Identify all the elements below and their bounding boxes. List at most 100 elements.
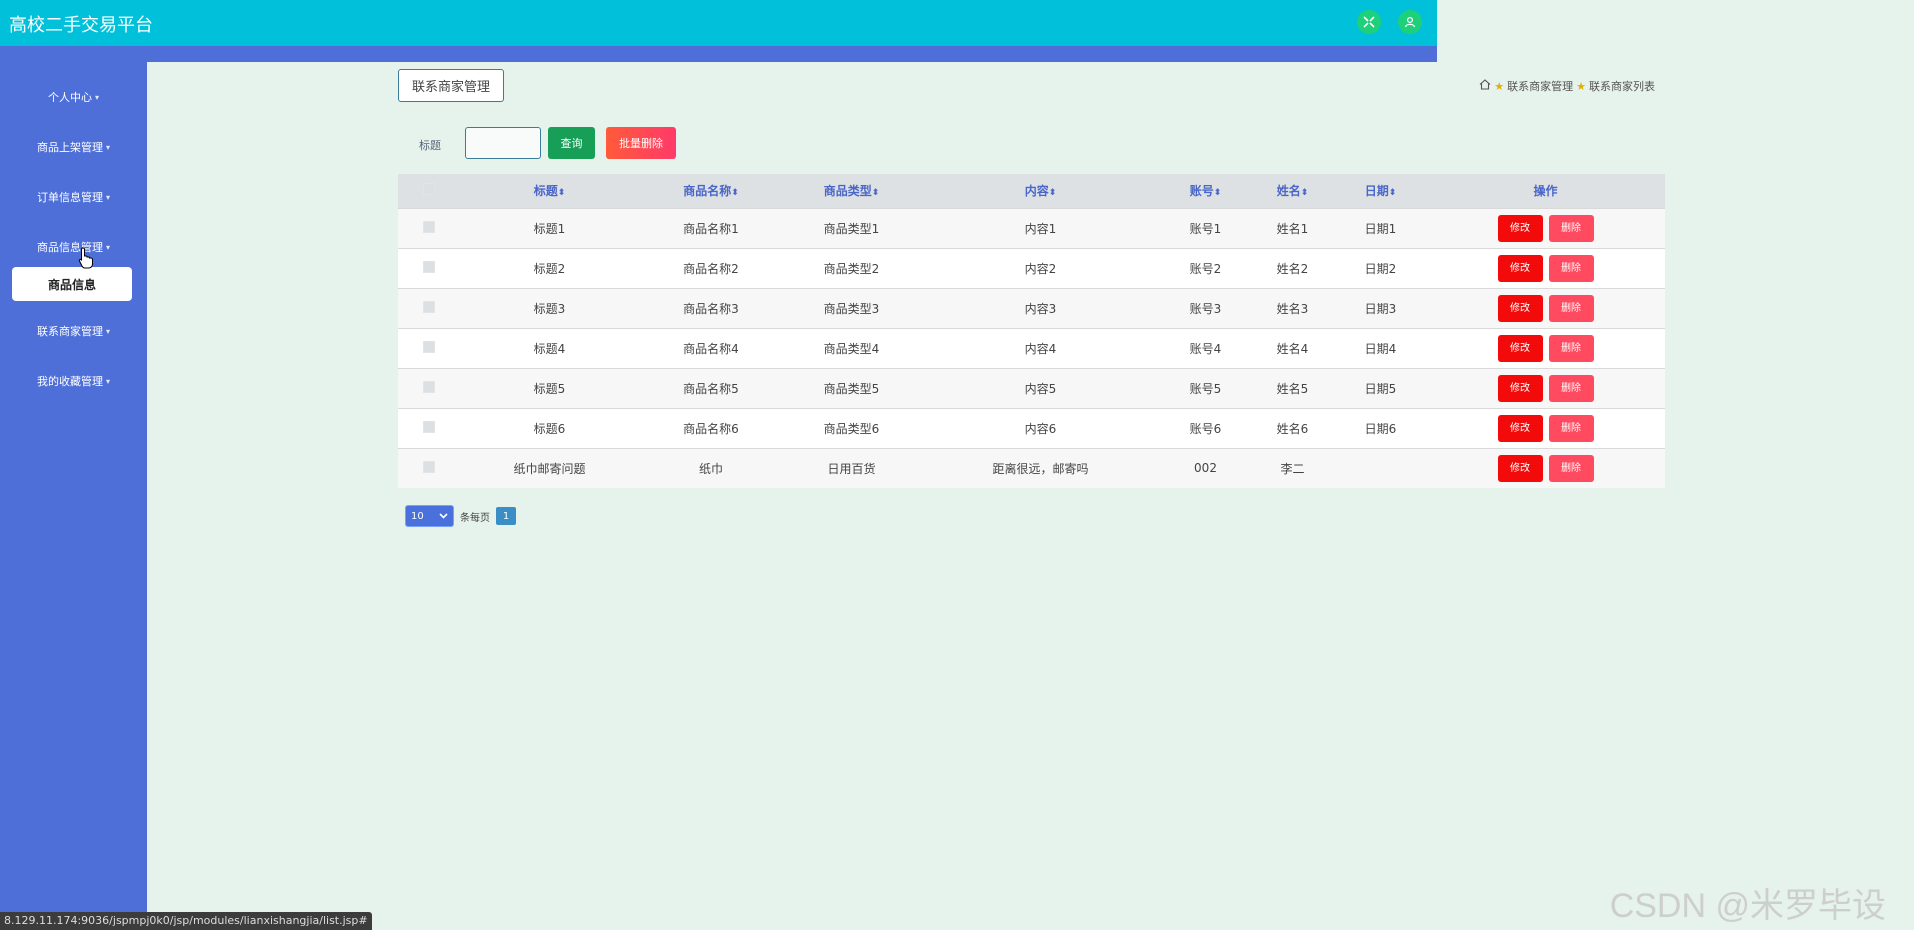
table-cell: 商品类型5 xyxy=(783,367,920,408)
sidebar-item-products[interactable]: 商品信息管理 ▾ xyxy=(0,235,147,259)
actions-cell: 修改 删除 xyxy=(1426,407,1665,448)
select-all-checkbox[interactable] xyxy=(423,183,435,196)
column-header-label: 内容 xyxy=(1024,184,1049,199)
table-row: 标题3 商品名称3 商品类型3 内容3 账号3 姓名3 日期3 修改 删除 xyxy=(398,287,1665,328)
edit-button[interactable]: 修改 xyxy=(1497,334,1543,362)
actions-cell: 修改 删除 xyxy=(1426,247,1665,288)
star-icon: ★ xyxy=(1494,79,1505,93)
pagination: 10 条每页 1 xyxy=(405,505,516,527)
table-cell: 距离很远，邮寄吗 xyxy=(920,447,1161,488)
table-cell: 日期5 xyxy=(1335,367,1426,408)
delete-button[interactable]: 删除 xyxy=(1548,374,1594,402)
sidebar: 个人中心 ▾ 商品上架管理 ▾ 订单信息管理 ▾ 商品信息管理 ▾ 商品信息 联系商家管… xyxy=(0,62,147,930)
column-header[interactable]: 姓名⬍ xyxy=(1250,174,1335,208)
sidebar-item-listing[interactable]: 商品上架管理 ▾ xyxy=(0,135,147,159)
table-cell: 内容1 xyxy=(920,207,1161,248)
delete-button[interactable]: 删除 xyxy=(1548,414,1594,442)
expand-icon[interactable] xyxy=(1357,10,1381,34)
table-cell: 标题6 xyxy=(460,407,639,448)
table-cell: 账号3 xyxy=(1161,287,1250,328)
row-checkbox[interactable] xyxy=(423,260,435,273)
query-button[interactable]: 查询 xyxy=(548,127,595,159)
sidebar-subitem-product-info[interactable]: 商品信息 xyxy=(12,267,132,301)
table-row: 标题4 商品名称4 商品类型4 内容4 账号4 姓名4 日期4 修改 删除 xyxy=(398,327,1665,368)
sidebar-item-orders[interactable]: 订单信息管理 ▾ xyxy=(0,185,147,209)
caret-down-icon: ▾ xyxy=(94,92,99,102)
sidebar-item-profile[interactable]: 个人中心 ▾ xyxy=(0,85,147,109)
caret-down-icon: ▾ xyxy=(105,376,110,386)
row-checkbox[interactable] xyxy=(423,420,435,433)
actions-cell: 修改 删除 xyxy=(1426,287,1665,328)
delete-button[interactable]: 删除 xyxy=(1548,214,1594,242)
delete-button[interactable]: 删除 xyxy=(1548,254,1594,282)
sidebar-item-contact[interactable]: 联系商家管理 ▾ xyxy=(0,319,147,343)
sort-icon: ⬍ xyxy=(1048,188,1057,199)
table-cell: 日期6 xyxy=(1335,407,1426,448)
sidebar-item-favorites[interactable]: 我的收藏管理 ▾ xyxy=(0,369,147,393)
table-cell: 商品名称4 xyxy=(639,327,783,368)
actions-cell: 修改 删除 xyxy=(1426,327,1665,368)
column-header: 操作 xyxy=(1426,174,1665,208)
column-header[interactable]: 日期⬍ xyxy=(1335,174,1426,208)
sidebar-item-label: 个人中心 xyxy=(47,91,92,104)
table-cell: 姓名1 xyxy=(1250,207,1335,248)
table-cell: 商品类型4 xyxy=(783,327,920,368)
row-checkbox[interactable] xyxy=(423,300,435,313)
page-size-select[interactable]: 10 xyxy=(405,505,454,527)
table-cell: 标题3 xyxy=(460,287,639,328)
column-header[interactable]: 商品名称⬍ xyxy=(639,174,783,208)
chevron-down-icon xyxy=(439,511,448,522)
sort-icon: ⬍ xyxy=(871,188,880,199)
per-page-label: 条每页 xyxy=(460,512,490,524)
user-icon[interactable] xyxy=(1398,10,1422,34)
edit-button[interactable]: 修改 xyxy=(1497,254,1543,282)
edit-button[interactable]: 修改 xyxy=(1497,294,1543,322)
column-header[interactable]: 标题⬍ xyxy=(460,174,639,208)
column-header-label: 商品类型 xyxy=(823,184,872,199)
top-header: 高校二手交易平台 xyxy=(0,0,1437,46)
edit-button[interactable]: 修改 xyxy=(1497,214,1543,242)
delete-button[interactable]: 删除 xyxy=(1548,294,1594,322)
table-cell: 日期2 xyxy=(1335,247,1426,288)
table-row: 纸巾邮寄问题 纸巾 日用百货 距离很远，邮寄吗 002 李二 修改 删除 xyxy=(398,447,1665,488)
table-cell: 日用百货 xyxy=(783,447,920,488)
column-header-label: 账号 xyxy=(1189,184,1214,199)
table-cell: 李二 xyxy=(1250,447,1335,488)
section-title-button[interactable]: 联系商家管理 xyxy=(398,69,504,102)
delete-button[interactable]: 删除 xyxy=(1548,334,1594,362)
table-cell: 日期3 xyxy=(1335,287,1426,328)
table-cell: 内容6 xyxy=(920,407,1161,448)
table-cell xyxy=(1335,447,1426,488)
column-header-label: 标题 xyxy=(533,184,558,199)
browser-status-url: 8.129.11.174:9036/jspmpj0k0/jsp/modules/… xyxy=(0,912,372,930)
row-checkbox[interactable] xyxy=(423,380,435,393)
table-cell: 姓名5 xyxy=(1250,367,1335,408)
column-header-label: 日期 xyxy=(1364,184,1389,199)
table-cell: 002 xyxy=(1161,447,1250,488)
table-cell: 姓名4 xyxy=(1250,327,1335,368)
edit-button[interactable]: 修改 xyxy=(1497,454,1543,482)
home-icon[interactable] xyxy=(1479,79,1491,93)
table-cell: 姓名6 xyxy=(1250,407,1335,448)
edit-button[interactable]: 修改 xyxy=(1497,414,1543,442)
batch-delete-button[interactable]: 批量删除 xyxy=(606,127,676,159)
delete-button[interactable]: 删除 xyxy=(1548,454,1594,482)
sort-icon: ⬍ xyxy=(731,188,739,199)
table-cell: 商品类型2 xyxy=(783,247,920,288)
row-checkbox[interactable] xyxy=(423,220,435,233)
sort-icon: ⬍ xyxy=(1213,188,1222,199)
column-header[interactable]: 账号⬍ xyxy=(1161,174,1250,208)
column-header[interactable]: 商品类型⬍ xyxy=(783,174,920,208)
row-checkbox[interactable] xyxy=(423,340,435,353)
page-number-button[interactable]: 1 xyxy=(496,507,516,525)
row-checkbox[interactable] xyxy=(423,460,435,473)
search-title-input[interactable] xyxy=(465,127,541,159)
column-header[interactable]: 内容⬍ xyxy=(920,174,1161,208)
table-cell: 标题4 xyxy=(460,327,639,368)
breadcrumb-item[interactable]: 联系商家管理 xyxy=(1507,78,1573,94)
breadcrumb-item: 联系商家列表 xyxy=(1589,80,1655,93)
sort-icon: ⬍ xyxy=(557,188,566,199)
edit-button[interactable]: 修改 xyxy=(1497,374,1543,402)
sidebar-item-label: 我的收藏管理 xyxy=(36,375,103,388)
table-cell: 商品名称3 xyxy=(639,287,783,328)
